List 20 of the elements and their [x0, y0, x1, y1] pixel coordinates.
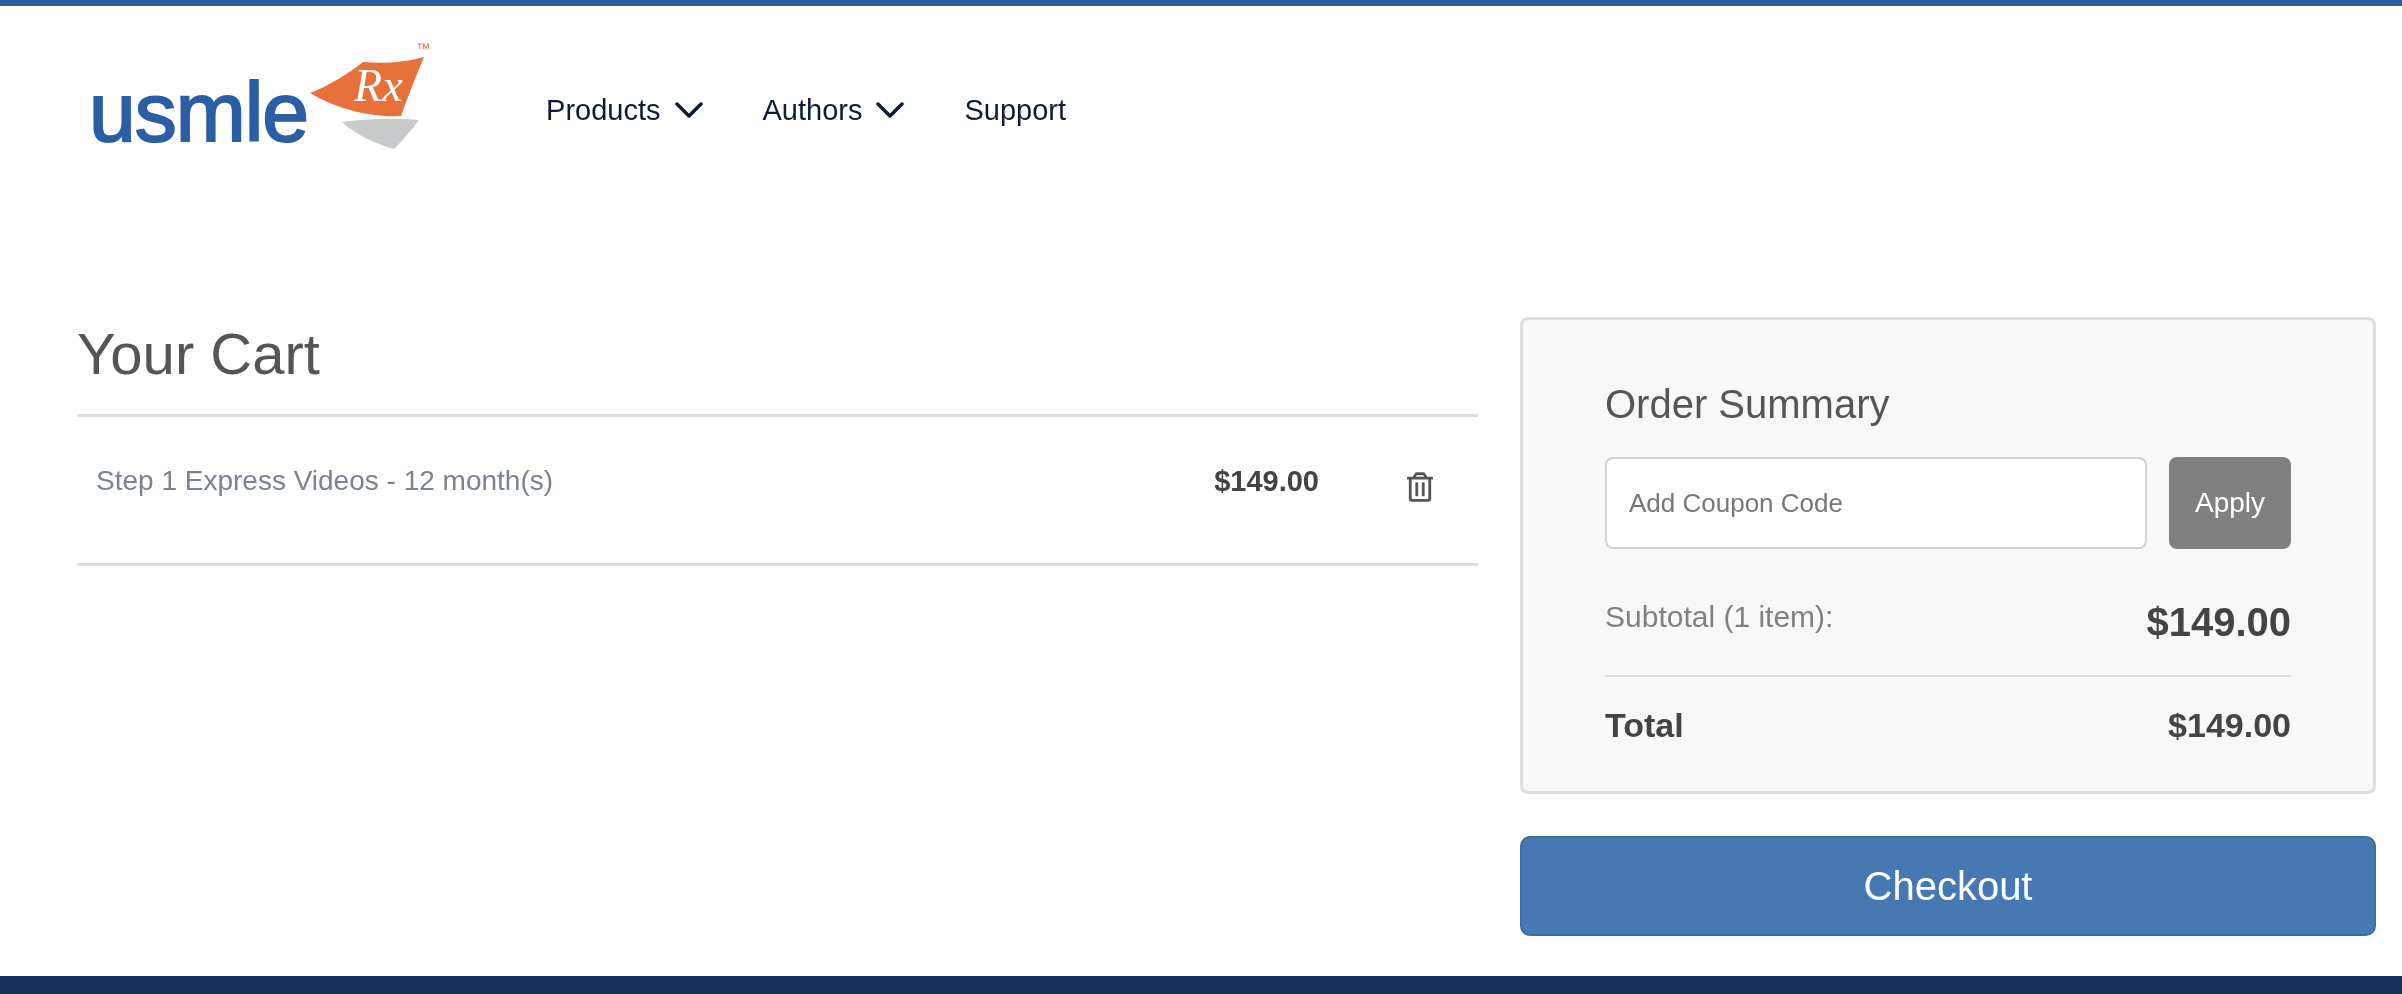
chevron-down-icon [876, 102, 905, 118]
trash-icon[interactable] [1407, 472, 1433, 502]
nav-menu-button[interactable]: Products [546, 92, 703, 128]
cart-title: Your Cart [77, 320, 321, 387]
coupon-code-field[interactable]: Add Coupon Code [1605, 457, 2147, 549]
nav-menu-button[interactable]: Authors [762, 92, 905, 128]
checkout-button[interactable]: Checkout [1520, 836, 2376, 936]
subtotal-value: $149.00 [2146, 599, 2291, 645]
logo-mark-text: Rx [354, 60, 403, 112]
total-value: $149.00 [2168, 705, 2291, 745]
logo-wordmark[interactable]: usmle [89, 70, 309, 154]
apply-coupon-button[interactable]: Apply [2169, 457, 2291, 549]
order-summary-title: Order Summary [1605, 381, 1891, 427]
chevron-down-icon [674, 102, 703, 118]
total-label: Total [1605, 705, 1684, 745]
trademark-text: ™ [416, 40, 431, 56]
cart-item-price: $149.00 [1214, 464, 1319, 498]
nav-link[interactable]: Support [964, 92, 1067, 128]
cart-item-name: Step 1 Express Videos - 12 month(s) [96, 464, 554, 498]
subtotal-label: Subtotal (1 item): [1605, 599, 1834, 635]
